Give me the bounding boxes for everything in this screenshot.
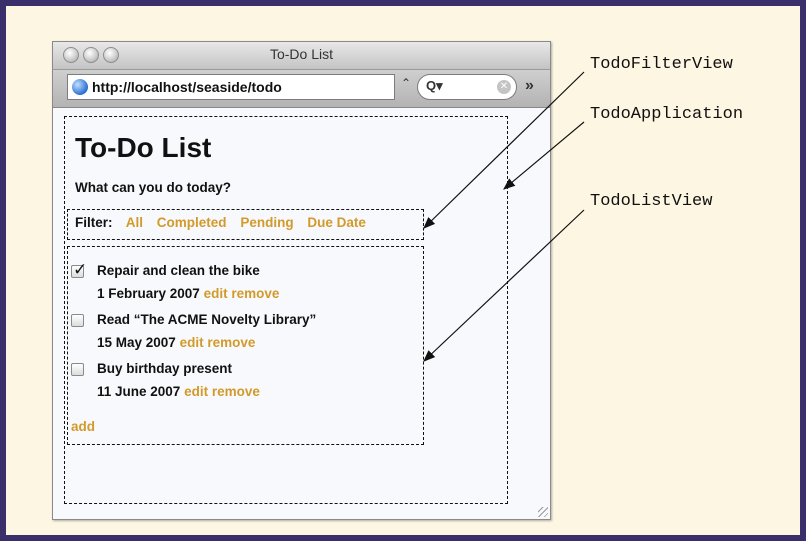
diagram-frame: To-Do List http://localhost/seaside/todo… <box>0 0 806 541</box>
callout-arrows <box>423 71 585 362</box>
arrow-to-application <box>503 121 585 190</box>
arrow-to-list-view <box>423 209 585 362</box>
arrow-to-filter-view <box>423 71 585 229</box>
